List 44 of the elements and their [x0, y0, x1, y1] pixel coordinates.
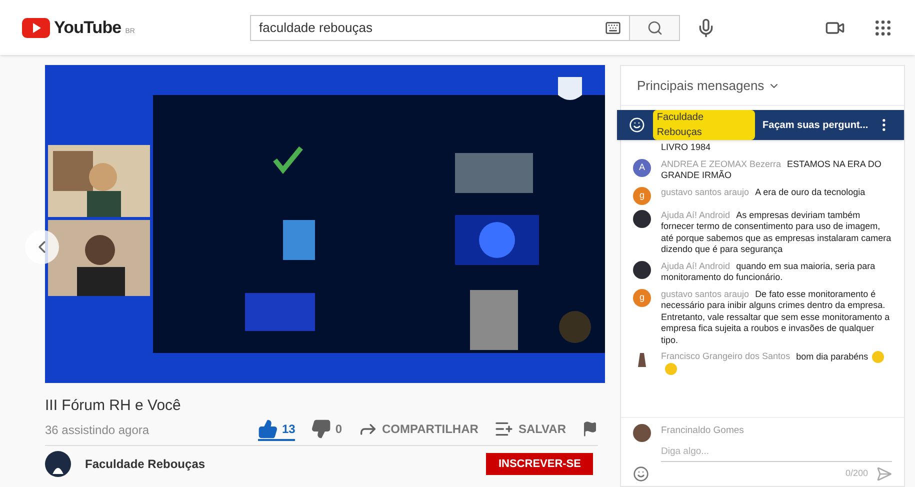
- chat-filter-dropdown[interactable]: Principais mensagens: [637, 76, 780, 96]
- chat-message: Ajuda Aí! Android As empresas deviriam também fornecer termo de consentimento para uso de imagem, até porque sabemos que as empresas instalaram camera dizendo que é para segurança: [661, 210, 892, 256]
- viewer-count: 36 assistindo agora: [45, 422, 150, 439]
- character-counter: 0/200: [845, 467, 868, 480]
- pinned-author: Faculdade Rebouças: [652, 110, 755, 140]
- thumbs-up-icon: [258, 419, 278, 439]
- chat-input-field[interactable]: Diga algo...: [661, 442, 892, 462]
- chat-message: Francisco Grangeiro dos Santos bom dia parabéns: [661, 351, 892, 375]
- flag-button[interactable]: [582, 421, 598, 439]
- subscribe-button[interactable]: INSCREVER-SE: [486, 452, 593, 476]
- search-text: faculdade rebouças: [259, 18, 374, 37]
- keyboard-icon[interactable]: [605, 20, 621, 36]
- previous-arrow-button[interactable]: [25, 230, 59, 264]
- apps-icon[interactable]: [873, 18, 893, 38]
- user-name: Francinaldo Gomes: [661, 424, 745, 438]
- user-avatar: g: [633, 288, 651, 306]
- channel-name[interactable]: Faculdade Rebouças: [85, 455, 206, 473]
- chat-message: ANDREA E ZEOMAX Bezerra ESTAMOS NA ERA DO GRANDE IRMÃO: [661, 158, 882, 182]
- chat-message: gustavo santos araujo De fato esse monitoramento é necessário para inibir alguns crimes dentro da empresa. Entretanto, vale ressaltar que sem esse monitoramento a empresa fica sujeita a roubos e invasões de qualquer tipo.: [661, 288, 891, 346]
- flag-icon: [582, 421, 598, 437]
- chat-message: gustavo santos araujo A era de ouro da tecnologia: [661, 186, 866, 199]
- pinned-avatar-icon: [629, 117, 645, 133]
- user-avatar: g: [633, 186, 651, 204]
- like-button[interactable]: 13: [258, 419, 296, 441]
- emoji-icon: [665, 363, 677, 375]
- logo-text[interactable]: YouTube: [54, 14, 122, 40]
- save-button[interactable]: SALVAR: [494, 419, 566, 441]
- search-button[interactable]: [630, 14, 680, 40]
- video-title: III Fórum RH e Você: [45, 397, 182, 415]
- search-icon: [646, 20, 662, 36]
- thumbs-down-icon: [311, 419, 332, 439]
- emoji-icon: [872, 351, 884, 363]
- share-button[interactable]: COMPARTILHAR: [358, 419, 478, 441]
- pinned-text: Façam suas pergunt...: [762, 118, 868, 132]
- search-field[interactable]: faculdade rebouças: [250, 14, 630, 40]
- chat-message: Ajuda Aí! Android quando em sua maioria, seria para monitoramento do funcionário.: [661, 260, 876, 284]
- play-logo-icon: [22, 18, 50, 38]
- emoji-icon[interactable]: [633, 466, 649, 482]
- channel-avatar[interactable]: [45, 451, 71, 477]
- dislike-button[interactable]: 0: [311, 419, 342, 441]
- chat-message: LIVRO 1984: [661, 142, 711, 154]
- user-avatar: [633, 424, 651, 442]
- user-avatar: A: [633, 158, 651, 176]
- pinned-message[interactable]: Faculdade Rebouças Façam suas pergunt...: [617, 110, 904, 140]
